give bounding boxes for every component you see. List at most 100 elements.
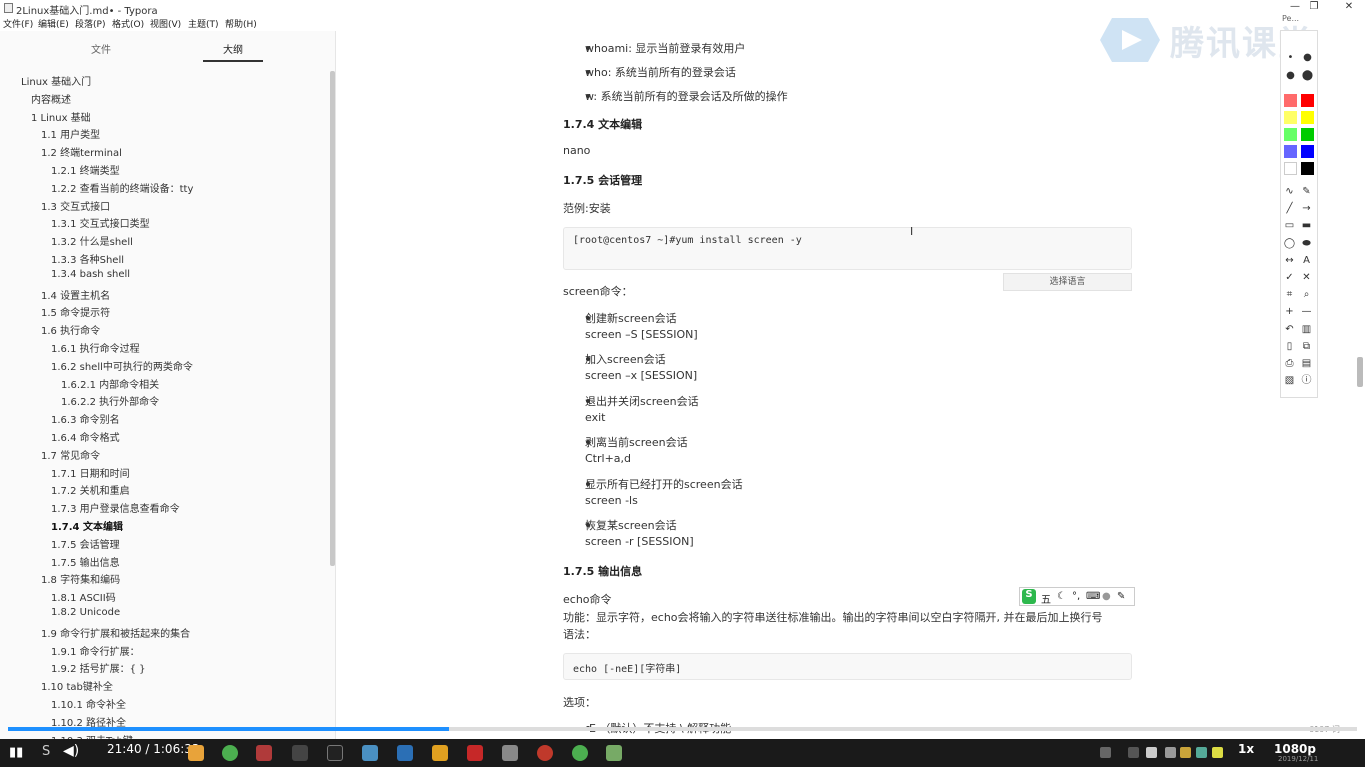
outline-item[interactable]: 内容概述 <box>31 91 71 106</box>
menu-view[interactable]: 视图(V) <box>150 17 181 30</box>
outline-item[interactable]: 1 Linux 基础 <box>31 109 91 124</box>
volume-icon[interactable]: ◀) <box>63 743 79 759</box>
menu-edit[interactable]: 编辑(E) <box>38 17 69 30</box>
user-tray-icon[interactable] <box>1100 747 1111 758</box>
outline-item[interactable]: 1.7.2 关机和重启 <box>51 482 130 497</box>
color-swatch[interactable] <box>1284 162 1297 175</box>
editor-content[interactable]: whoami: 显示当前登录有效用户 who: 系统当前所有的登录会话 w: 系… <box>337 31 1360 739</box>
outline-item[interactable]: 1.7.4 文本编辑 <box>51 518 123 533</box>
outline-item[interactable]: 1.7 常见命令 <box>41 447 100 462</box>
outline-item[interactable]: 1.9 命令行扩展和被括起来的集合 <box>41 625 190 640</box>
editor-scrollbar[interactable] <box>1357 357 1363 387</box>
large-dot-icon[interactable]: ⬤ <box>1301 69 1314 82</box>
outline-item[interactable]: 1.6.1 执行命令过程 <box>51 340 140 355</box>
pdf-icon[interactable] <box>467 745 483 761</box>
rectangle-icon[interactable]: ▭ <box>1283 219 1296 232</box>
video-progress-bar[interactable] <box>8 727 1357 731</box>
chrome2-icon[interactable] <box>572 745 588 761</box>
outline-item[interactable]: 1.3.4 bash shell <box>51 269 130 280</box>
dot-icon[interactable]: ● <box>1284 69 1297 82</box>
small-dot-icon[interactable]: • <box>1284 51 1297 64</box>
sogou-ime-icon[interactable]: S <box>1022 589 1036 604</box>
zoom-icon[interactable]: ⌕ <box>1300 288 1313 301</box>
vmware-icon[interactable] <box>256 745 272 761</box>
save-icon[interactable]: ▤ <box>1300 357 1313 370</box>
firefox-icon[interactable] <box>188 745 204 761</box>
outline-item[interactable]: 1.10 tab键补全 <box>41 678 113 693</box>
tab-files[interactable]: 文件 <box>71 41 131 56</box>
double-arrow-icon[interactable]: ↔ <box>1283 254 1296 267</box>
outline-item[interactable]: 1.6.4 命令格式 <box>51 429 120 444</box>
wrench-icon[interactable]: ✎ <box>1117 591 1125 602</box>
color-swatch[interactable] <box>1301 111 1314 124</box>
minus-icon[interactable]: — <box>1300 305 1313 318</box>
network-icon[interactable] <box>1146 747 1157 758</box>
medium-dot-icon[interactable]: ● <box>1301 51 1314 64</box>
ime-toolbar[interactable]: S 五 ☾ °, ⌨ ● ✎ <box>1019 587 1135 606</box>
menu-format[interactable]: 格式(O) <box>112 17 144 30</box>
outline-item[interactable]: 1.3.2 什么是shell <box>51 233 133 248</box>
outline-item[interactable]: 1.10.1 命令补全 <box>51 696 126 711</box>
paint-icon[interactable] <box>606 745 622 761</box>
outline-item[interactable]: 1.7.1 日期和时间 <box>51 465 130 480</box>
annotation-palette[interactable]: • ● ● ⬤ ∿ ✎ ╱ → ▭ ▬ ◯ ⬬ ↔ A ✓ ✕ ⌗ ⌕ + — ↶ ▥ ▯ ⧉ ⎙ ▤ ▧ ⓘ <box>1280 30 1318 398</box>
ellipse-icon[interactable]: ◯ <box>1283 237 1296 250</box>
outline-item[interactable]: 1.6.2.1 内部命令相关 <box>61 376 159 391</box>
outline-item[interactable]: 1.2 终端terminal <box>41 144 122 159</box>
terminal-icon[interactable] <box>327 745 343 761</box>
pause-icon[interactable]: ▮▮ <box>9 745 23 760</box>
check-icon[interactable]: ✓ <box>1283 271 1296 284</box>
outline-item[interactable]: 1.8 字符集和编码 <box>41 571 120 586</box>
outline-item[interactable]: 1.3.3 各种Shell <box>51 251 124 266</box>
outline-item[interactable]: 1.4 设置主机名 <box>41 287 110 302</box>
color-swatch[interactable] <box>1301 162 1314 175</box>
outline-item[interactable]: Linux 基础入门 <box>21 73 91 88</box>
menu-help[interactable]: 帮助(H) <box>225 17 257 30</box>
outline-item[interactable]: 1.6.3 命令别名 <box>51 411 120 426</box>
app-icon[interactable] <box>397 745 413 761</box>
text-icon[interactable]: A <box>1300 254 1313 267</box>
arrow-icon[interactable]: → <box>1300 202 1313 215</box>
color-swatch[interactable] <box>1284 111 1297 124</box>
copy-icon[interactable]: ⧉ <box>1300 340 1313 353</box>
tray-icon[interactable] <box>1196 747 1207 758</box>
folder-icon[interactable] <box>432 745 448 761</box>
language-select[interactable]: 选择语言 <box>1003 273 1132 291</box>
chrome-icon[interactable] <box>222 745 238 761</box>
print-icon[interactable]: ⎙ <box>1283 357 1296 370</box>
user-icon[interactable]: ● <box>1102 591 1111 602</box>
outline-item[interactable]: 1.6.2.2 执行外部命令 <box>61 393 159 408</box>
outline-item[interactable]: 1.6 执行命令 <box>41 322 100 337</box>
menu-file[interactable]: 文件(F) <box>3 17 33 30</box>
trash-icon[interactable]: ▥ <box>1300 323 1313 336</box>
pencil-icon[interactable]: ✎ <box>1300 185 1313 198</box>
color-swatch[interactable] <box>1301 128 1314 141</box>
outline-item[interactable]: 1.6.2 shell中可执行的两类命令 <box>51 358 193 373</box>
outline-item[interactable]: 1.8.1 ASCII码 <box>51 589 116 604</box>
xshell-icon[interactable] <box>292 745 308 761</box>
outline-item[interactable]: 1.2.1 终端类型 <box>51 162 120 177</box>
tab-outline[interactable]: 大纲 <box>203 41 263 56</box>
color-swatch[interactable] <box>1301 94 1314 107</box>
image-icon[interactable]: ▧ <box>1283 374 1296 387</box>
tray-icon[interactable] <box>1165 747 1176 758</box>
outline-item[interactable]: 1.8.2 Unicode <box>51 607 120 618</box>
punctuation-icon[interactable]: °, <box>1072 591 1080 602</box>
tray-icon[interactable] <box>1212 747 1223 758</box>
line-icon[interactable]: ╱ <box>1283 202 1296 215</box>
keyboard-icon[interactable]: ⌨ <box>1086 591 1100 602</box>
outline-item[interactable]: 1.9.1 命令行扩展： <box>51 643 140 658</box>
color-swatch[interactable] <box>1301 145 1314 158</box>
filled-rect-icon[interactable]: ▬ <box>1300 219 1313 232</box>
cross-icon[interactable]: ✕ <box>1300 271 1313 284</box>
code-block-install[interactable]: [root@centos7 ~]#yum install screen -y <box>563 227 1132 270</box>
chevron-up-icon[interactable] <box>1128 747 1139 758</box>
crop-icon[interactable]: ⌗ <box>1283 288 1296 301</box>
playback-speed[interactable]: 1x <box>1238 742 1254 756</box>
sidebar-scrollbar[interactable] <box>330 71 335 566</box>
outline-item[interactable]: 1.2.2 查看当前的终端设备：tty <box>51 180 193 195</box>
close-icon[interactable]: ✕ <box>1338 0 1360 14</box>
outline-item[interactable]: 1.3 交互式接口 <box>41 198 110 213</box>
info-icon[interactable]: ⓘ <box>1300 374 1313 387</box>
menu-theme[interactable]: 主题(T) <box>188 17 219 30</box>
